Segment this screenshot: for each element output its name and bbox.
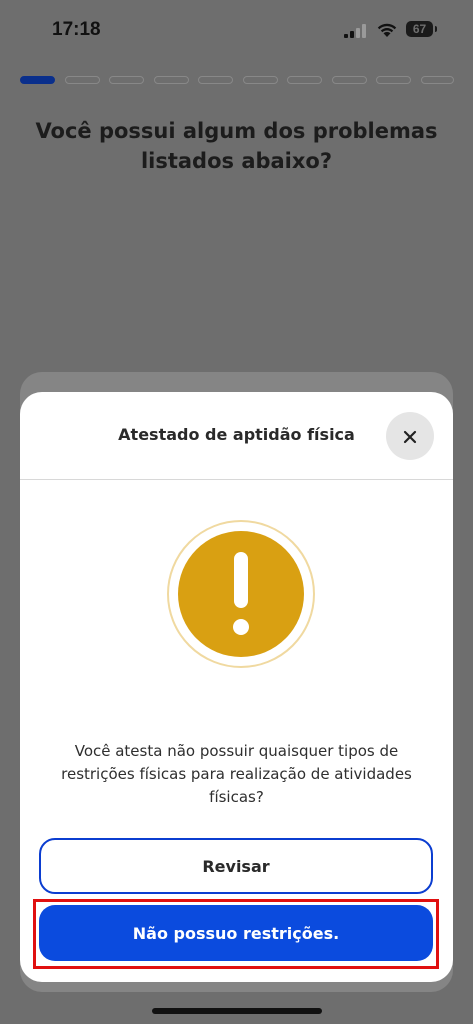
battery-icon: 67 — [406, 21, 437, 37]
signal-icon — [344, 24, 366, 38]
home-indicator — [152, 1008, 322, 1014]
progress-step — [376, 76, 411, 84]
close-icon — [403, 431, 417, 444]
progress-step — [198, 76, 233, 84]
progress-step-active — [20, 76, 55, 84]
no-restrictions-button[interactable]: Não possuo restrições. — [39, 905, 433, 961]
status-bar: 17:18 67 — [0, 0, 473, 60]
status-time: 17:18 — [52, 19, 101, 40]
progress-step — [109, 76, 144, 84]
progress-step — [153, 76, 189, 84]
review-button[interactable]: Revisar — [39, 838, 433, 894]
progress-step — [287, 76, 322, 84]
progress-steps — [20, 76, 460, 86]
progress-step — [242, 76, 278, 84]
close-button[interactable] — [386, 412, 434, 460]
exclamation-icon — [167, 520, 315, 668]
progress-step — [64, 76, 100, 84]
wifi-icon — [377, 23, 397, 37]
modal-header: Atestado de aptidão física — [20, 392, 453, 480]
question-title: Você possui algum dos problemas listados… — [35, 119, 438, 173]
progress-step — [420, 76, 454, 84]
modal-description: Você atesta não possuir quaisquer tipos … — [61, 742, 412, 806]
progress-step — [331, 76, 367, 84]
attestation-modal: Atestado de aptidão física Você atesta n… — [20, 392, 453, 982]
